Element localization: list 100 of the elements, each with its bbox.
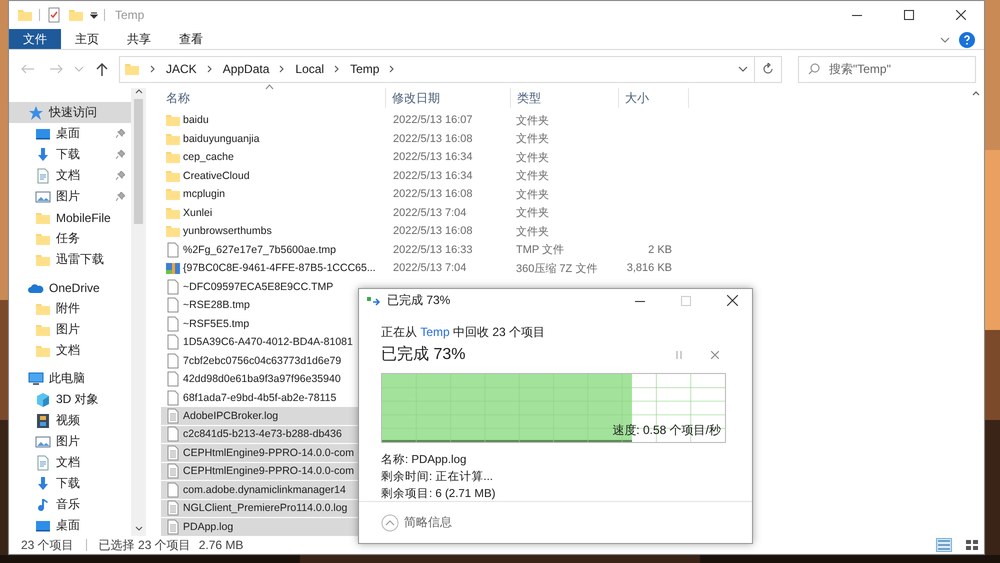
type-cell-text: 文件夹 xyxy=(515,150,550,165)
nav-item[interactable]: 附件 xyxy=(9,298,131,319)
nav-item[interactable]: MobileFile xyxy=(9,207,131,228)
file-row[interactable]: 68f1ada7-e9bd-4b5f-ab2e-78115 xyxy=(161,388,389,407)
nav-item[interactable]: OneDrive xyxy=(9,277,131,298)
file-row[interactable]: mcplugin xyxy=(161,185,389,204)
type-cell-text: 文件夹 xyxy=(515,168,550,184)
file-row[interactable]: %2Fg_627e17e7_7b5600ae.tmp xyxy=(161,240,389,259)
breadcrumb[interactable]: Temp xyxy=(350,62,380,76)
nav-item[interactable]: 图片 xyxy=(9,431,131,452)
nav-item[interactable]: 文档 xyxy=(9,452,131,473)
file-row[interactable]: ~RSE28B.tmp xyxy=(161,296,389,314)
chevron-down-icon xyxy=(134,526,142,532)
date-cell-text: 2022/5/13 16:08 xyxy=(392,132,474,145)
folder-link[interactable]: Temp xyxy=(420,325,450,340)
selection-size: 2.76 MB xyxy=(198,538,244,552)
dialog-title: 已完成 73% xyxy=(387,292,450,310)
dropdown-icon xyxy=(90,11,98,19)
date-cell-text: 2022/5/13 7:04 xyxy=(392,262,468,274)
scrollbar-thumb[interactable] xyxy=(134,99,143,224)
nav-item[interactable]: 图片 xyxy=(9,319,131,340)
file-row[interactable]: ~DFC09597ECA5E8E9CC.TMP xyxy=(161,278,389,296)
nav-item[interactable]: 快速访问 xyxy=(9,102,131,123)
maximize-icon xyxy=(681,296,691,306)
breadcrumb[interactable]: AppData xyxy=(222,62,270,76)
nav-item[interactable]: 视频 xyxy=(9,410,131,431)
file-icon xyxy=(165,426,181,442)
file-row[interactable]: cep_cache xyxy=(161,148,389,166)
address-bar[interactable]: JACK AppData Local Temp xyxy=(119,56,755,82)
refresh-icon xyxy=(762,63,774,75)
text-file-icon xyxy=(165,463,181,480)
file-icon xyxy=(165,482,181,498)
type-cell-text: 文件夹 xyxy=(515,114,550,128)
nav-item[interactable]: 桌面 xyxy=(9,123,131,144)
tiles-view-button[interactable] xyxy=(964,538,980,552)
nav-item[interactable]: 任务 xyxy=(9,228,131,249)
file-icon xyxy=(165,242,181,258)
type-cell-text: TMP 文件 xyxy=(515,242,566,258)
file-row[interactable]: baiduyunguanjia xyxy=(161,130,389,148)
checklist-icon xyxy=(46,7,62,23)
file-row[interactable]: CreativeCloud xyxy=(161,166,389,185)
size-cell-text: 2 KB xyxy=(647,244,672,256)
scrollbar[interactable] xyxy=(131,88,146,536)
date-cell-text: 2022/5/13 16:08 xyxy=(392,225,474,238)
nav-item[interactable]: 图片 xyxy=(9,186,131,207)
nav-item[interactable]: 迅雷下载 xyxy=(9,249,131,270)
text-file-icon xyxy=(165,500,181,516)
film-icon xyxy=(35,412,51,428)
arrow-right-icon xyxy=(49,64,63,74)
document-icon xyxy=(35,168,51,184)
date-cell-text: 2022/5/13 16:33 xyxy=(392,244,474,256)
file-row[interactable]: {97BC0C8E-9461-4FFE-87B5-1CCC65... xyxy=(161,259,389,278)
nav-item[interactable]: 下载 xyxy=(9,473,131,494)
file-icon xyxy=(165,297,181,314)
breadcrumb[interactable]: Local xyxy=(295,62,324,76)
date-cell-text: 2022/5/13 16:08 xyxy=(392,188,474,200)
file-row[interactable]: 42dd98d0e61ba9f3a97f96e35940 xyxy=(161,370,389,388)
nav-item[interactable]: 下载 xyxy=(9,144,131,165)
text-file-icon xyxy=(165,518,181,535)
details-view-button[interactable] xyxy=(936,538,952,552)
chevron-icon xyxy=(150,65,156,73)
help-button[interactable] xyxy=(956,29,978,51)
file-icon xyxy=(165,371,181,388)
chevron-icon xyxy=(206,65,213,73)
chevron-down-icon xyxy=(940,37,950,43)
nav-item[interactable]: 文档 xyxy=(9,340,131,361)
pause-icon xyxy=(676,350,682,359)
arrow-left-icon xyxy=(21,64,35,74)
column-header[interactable]: 大小 xyxy=(619,88,689,108)
column-header[interactable]: 修改日期 xyxy=(386,88,511,108)
archive-icon xyxy=(165,260,181,276)
search-field[interactable]: 搜索"Temp" xyxy=(798,56,976,82)
file-row[interactable]: baidu xyxy=(161,111,389,130)
nav-item[interactable]: 3D 对象 xyxy=(9,389,131,410)
file-row[interactable]: Xunlei xyxy=(161,204,389,222)
ribbon-tab[interactable]: 主页 xyxy=(61,29,113,49)
window-title: Temp xyxy=(115,8,144,22)
folder-icon xyxy=(165,186,181,202)
file-row[interactable]: yunbrowserthumbs xyxy=(161,222,389,240)
folder-icon xyxy=(165,112,181,128)
refresh-button[interactable] xyxy=(755,56,782,82)
folder-icon xyxy=(165,149,181,166)
folder-icon xyxy=(68,7,84,23)
file-tab[interactable]: 文件 xyxy=(9,29,61,49)
file-icon xyxy=(165,316,181,332)
folder-icon xyxy=(124,61,140,77)
nav-item[interactable]: 音乐 xyxy=(9,494,131,515)
breadcrumb[interactable]: JACK xyxy=(166,62,197,76)
column-header[interactable]: 名称 xyxy=(161,88,386,108)
ribbon-tab[interactable]: 查看 xyxy=(165,29,217,49)
search-icon xyxy=(808,62,820,74)
date-cell-text: 2022/5/13 7:04 xyxy=(392,206,468,219)
column-header[interactable]: 类型 xyxy=(511,88,619,108)
ribbon-tab[interactable]: 共享 xyxy=(113,29,165,49)
progress-heading: 已完成 73% xyxy=(381,344,466,366)
file-icon xyxy=(165,334,181,350)
nav-item[interactable]: 文档 xyxy=(9,165,131,186)
nav-item[interactable]: 此电脑 xyxy=(9,368,131,389)
nav-item[interactable]: 桌面 xyxy=(9,515,131,536)
close-icon xyxy=(726,295,738,306)
